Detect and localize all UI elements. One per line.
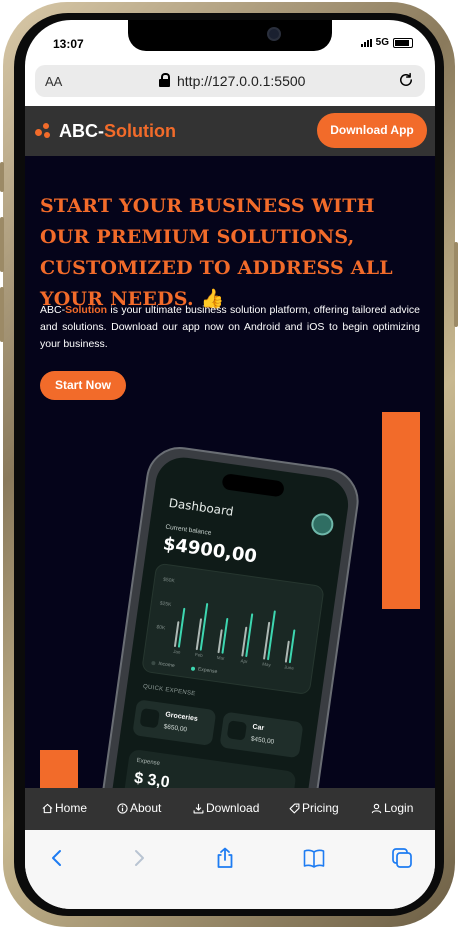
card-amount: $650,00	[163, 723, 188, 734]
hero-title: START YOUR BUSINESS WITH OUR PREMIUM SOL…	[40, 195, 393, 310]
nav-login[interactable]: Login	[371, 801, 413, 815]
balance-value: $4900,00	[161, 533, 259, 568]
mockup-bar	[245, 613, 254, 658]
decor-bar	[40, 750, 78, 788]
logo-accent: Solution	[104, 121, 176, 141]
home-icon	[42, 803, 53, 813]
status-time: 13:07	[53, 37, 84, 51]
x-label: June	[283, 664, 295, 671]
card-name: Car	[251, 723, 265, 733]
card-amount: $450,00	[250, 735, 275, 746]
legend-label: Income	[157, 660, 176, 670]
status-bar: 13:07 5G	[25, 20, 435, 64]
expense-label: Expense	[136, 757, 161, 768]
logo-prefix: ABC-	[59, 121, 104, 141]
y-label: $25K	[159, 600, 172, 609]
expense-card: Groceries $650,00	[132, 699, 217, 747]
x-label: Feb	[194, 651, 204, 658]
reload-icon[interactable]	[397, 71, 415, 89]
card-name: Groceries	[164, 711, 199, 723]
legend-income: Income	[151, 660, 175, 669]
desc-brand-prefix: ABC-	[40, 304, 66, 316]
nav-pricing[interactable]: Pricing	[289, 801, 339, 815]
bookmarks-icon[interactable]	[302, 846, 326, 870]
x-label: Jan	[172, 648, 181, 655]
mockup-chart: $50K $25K $0K Jan Feb Mar Apr May June I…	[141, 562, 325, 696]
nav-label: Home	[55, 801, 88, 815]
battery-icon	[393, 37, 413, 48]
lock-icon	[159, 73, 170, 87]
mockup-island	[221, 473, 285, 498]
nav-label: About	[130, 801, 162, 815]
side-button	[454, 242, 458, 327]
nav-label: Download	[206, 801, 260, 815]
tag-icon	[289, 803, 300, 813]
mockup-bar	[221, 617, 229, 654]
signal-icon	[360, 38, 372, 47]
tabs-icon[interactable]	[390, 846, 414, 870]
x-label: May	[262, 661, 272, 668]
side-button	[0, 287, 4, 342]
reader-aa-button[interactable]: AA	[45, 74, 62, 89]
info-icon	[117, 802, 128, 814]
network-label: 5G	[375, 37, 389, 48]
nav-download[interactable]: Download	[193, 801, 259, 815]
expense-card: Car $450,00	[219, 711, 304, 759]
mockup-screen: Dashboard Current balance $4900,00 $50K …	[105, 453, 352, 788]
nav-home[interactable]: Home	[42, 801, 87, 815]
hero-description: ABC-Solution is your ultimate business s…	[40, 302, 420, 353]
legend-label: Expense	[197, 666, 218, 676]
mockup-bar	[288, 629, 296, 664]
bottom-nav: Home About Download Pricing Login	[25, 788, 435, 830]
status-indicators: 5G	[360, 37, 413, 48]
share-icon[interactable]	[213, 846, 237, 870]
bar-group	[157, 564, 323, 664]
mockup-bar	[177, 607, 186, 648]
back-icon[interactable]	[45, 846, 69, 870]
notch	[128, 20, 332, 51]
y-label: $0K	[156, 624, 166, 632]
nav-label: Login	[384, 801, 414, 815]
legend-expense: Expense	[190, 665, 218, 676]
phone-screen: 13:07 5G AA http://127.0.0.1:5500 ABC-So…	[25, 20, 435, 909]
download-app-button[interactable]: Download App	[317, 113, 427, 148]
address-bar[interactable]: AA http://127.0.0.1:5500	[35, 65, 425, 97]
mockup-frame: Dashboard Current balance $4900,00 $50K …	[94, 442, 363, 788]
hero-section: START YOUR BUSINESS WITH OUR PREMIUM SOL…	[25, 156, 435, 788]
side-button	[0, 162, 4, 192]
url-text[interactable]: http://127.0.0.1:5500	[177, 73, 305, 89]
app-mockup-image: Dashboard Current balance $4900,00 $50K …	[94, 442, 369, 788]
expense-summary-card: Expense $ 3,0	[121, 748, 297, 788]
site-header: ABC-Solution Download App	[25, 106, 435, 156]
x-label: Apr	[240, 658, 248, 665]
y-label: $50K	[162, 576, 176, 585]
browser-toolbar	[25, 830, 435, 909]
nav-about[interactable]: About	[117, 801, 161, 815]
decor-bar	[382, 412, 420, 609]
x-label: Mar	[216, 654, 225, 661]
cart-icon	[139, 708, 160, 729]
expense-value: $ 3,0	[133, 769, 171, 788]
forward-icon[interactable]	[127, 846, 151, 870]
nav-label: Pricing	[302, 801, 339, 815]
download-icon	[193, 803, 204, 813]
logo-icon	[35, 123, 51, 139]
side-button	[0, 217, 4, 272]
avatar	[309, 511, 335, 537]
car-icon	[226, 720, 248, 741]
logo[interactable]: ABC-Solution	[59, 121, 176, 142]
camera-icon	[267, 27, 281, 41]
mockup-title: Dashboard	[167, 495, 235, 519]
start-now-button[interactable]: Start Now	[40, 371, 126, 400]
user-icon	[371, 803, 382, 813]
quick-expense-label: QUICK EXPENSE	[142, 683, 196, 698]
desc-brand-accent: Solution	[65, 304, 108, 316]
